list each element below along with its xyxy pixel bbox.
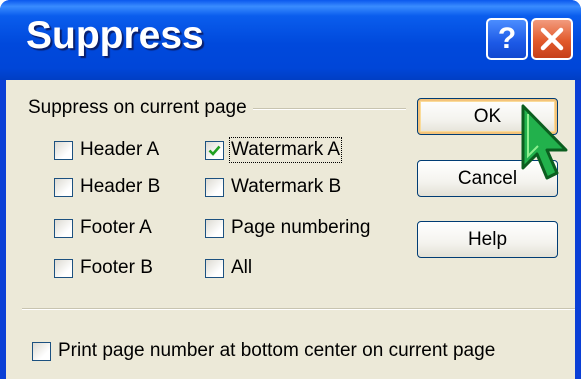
bottom-divider xyxy=(22,308,575,310)
ok-button-label: OK xyxy=(473,105,502,127)
checkbox-label: Header A xyxy=(80,139,160,160)
checkbox-box[interactable] xyxy=(54,177,73,197)
checkbox-page-numbering[interactable]: Page numbering xyxy=(205,215,370,241)
checkbox-footer-b[interactable]: Footer B xyxy=(54,255,153,281)
close-x-icon xyxy=(540,27,564,51)
checkbox-label: Page numbering xyxy=(231,217,371,238)
help-title-button[interactable]: ? xyxy=(486,18,528,60)
dialog-title: Suppress xyxy=(26,14,204,57)
title-bar[interactable]: Suppress ? xyxy=(0,0,581,80)
checkbox-box[interactable] xyxy=(54,218,73,238)
help-button-label: Help xyxy=(467,228,508,250)
pointer-cursor-icon xyxy=(521,104,568,180)
checkbox-box[interactable] xyxy=(32,341,51,361)
checkmark-icon xyxy=(208,145,221,156)
checkbox-label: Watermark A xyxy=(228,137,343,163)
checkbox-box[interactable] xyxy=(205,258,224,278)
checkbox-label: Watermark B xyxy=(231,176,342,197)
checkbox-watermark-b[interactable]: Watermark B xyxy=(205,174,341,200)
cancel-button-label: Cancel xyxy=(457,167,518,189)
checkbox-print-page-number[interactable]: Print page number at bottom center on cu… xyxy=(32,338,495,364)
checkbox-header-a[interactable]: Header A xyxy=(54,137,159,163)
checkbox-box[interactable] xyxy=(205,218,224,238)
dialog-window: Suppress ? Suppress on current page Head… xyxy=(0,0,581,379)
checkbox-box[interactable] xyxy=(54,258,73,278)
checkbox-header-b[interactable]: Header B xyxy=(54,174,160,200)
checkbox-box[interactable] xyxy=(205,140,224,160)
checkbox-watermark-a[interactable]: Watermark A xyxy=(205,137,343,163)
close-button[interactable] xyxy=(531,18,573,60)
checkbox-all[interactable]: All xyxy=(205,255,252,281)
question-mark-icon: ? xyxy=(497,22,517,55)
checkbox-label: All xyxy=(231,257,253,278)
checkbox-label: Header B xyxy=(80,176,161,197)
checkbox-footer-a[interactable]: Footer A xyxy=(54,215,152,241)
checkbox-box[interactable] xyxy=(54,140,73,160)
checkbox-label: Footer B xyxy=(80,257,153,278)
group-label: Suppress on current page xyxy=(28,97,253,119)
checkbox-box[interactable] xyxy=(205,177,224,197)
checkbox-label: Footer A xyxy=(80,217,152,238)
help-button[interactable]: Help xyxy=(417,221,558,258)
checkbox-label: Print page number at bottom center on cu… xyxy=(58,340,496,361)
